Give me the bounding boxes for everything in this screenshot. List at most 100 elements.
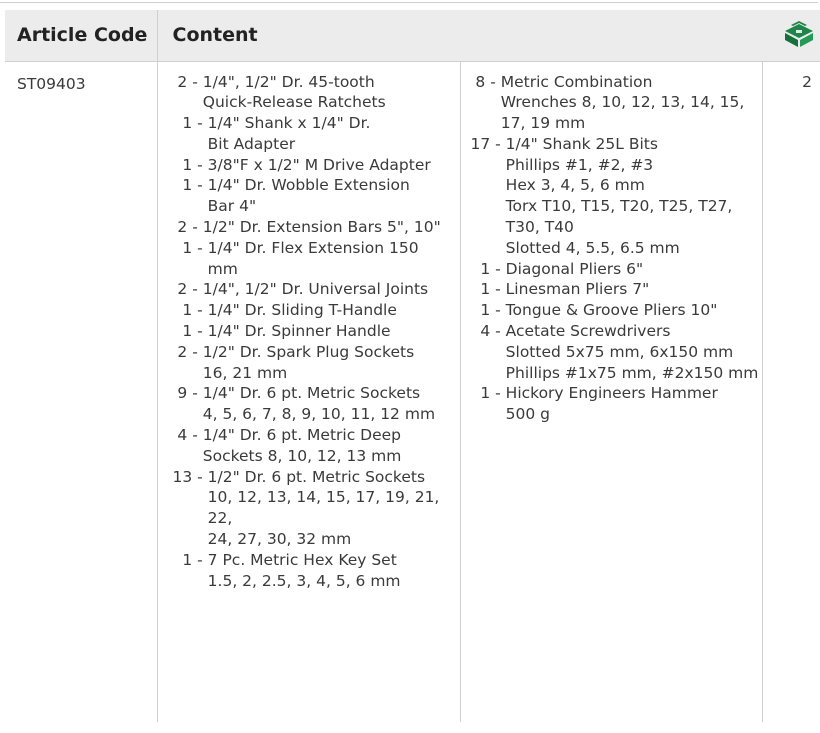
list-item: 1 - Linesman Pliers 7" — [471, 279, 762, 300]
item-line: Hickory Engineers Hammer — [505, 384, 718, 403]
item-line: 3/8"F x 1/2" M Drive Adapter — [207, 155, 431, 174]
item-line: Acetate Screwdrivers — [505, 322, 671, 341]
item-line: T30, T40 — [505, 218, 574, 237]
list-item: 1 - Hickory Engineers Hammer 500 g — [471, 383, 762, 425]
list-item: 2 - 1/2" Dr. Spark Plug Sockets 16, 21 mm — [173, 342, 460, 384]
item-line: 17, 19 mm — [500, 114, 586, 133]
item-quantity: 13 - — [172, 467, 208, 486]
list-item: 8 - Metric Combination Wrenches 8, 10, 12… — [471, 72, 762, 134]
list-item: 1 - 1/4" Shank x 1/4" Dr. Bit Adapter — [173, 113, 460, 155]
item-line: 1/4" Shank 25L Bits — [505, 134, 658, 153]
item-description: 1/2" Dr. Extension Bars 5", 10" — [203, 217, 460, 238]
item-line: 1/4", 1/2" Dr. 45-tooth — [202, 72, 375, 91]
list-item: 1 - 1/4" Dr. Flex Extension 150 mm — [173, 238, 460, 280]
item-description: 1/4" Shank x 1/4" Dr. Bit Adapter — [208, 113, 460, 155]
item-quantity: 4 - — [172, 426, 203, 445]
item-description: 3/8"F x 1/2" M Drive Adapter — [208, 155, 460, 176]
item-description: 1/4" Dr. Spinner Handle — [208, 321, 460, 342]
item-line: 1/2" Dr. Extension Bars 5", 10" — [202, 218, 441, 237]
item-line: 7 Pc. Metric Hex Key Set — [207, 550, 397, 569]
item-description: 1/4" Dr. 6 pt. Metric Deep Sockets 8, 10,… — [203, 425, 460, 467]
quantity-cell: 2 — [802, 72, 813, 91]
item-line: 1/4", 1/2" Dr. Universal Joints — [202, 280, 429, 299]
content-column-1: 2 - 1/4", 1/2" Dr. 45-tooth Quick-Release… — [157, 61, 461, 722]
item-quantity: 1 - — [172, 550, 208, 569]
item-quantity: 17 - — [470, 134, 506, 153]
item-line: Torx T10, T15, T20, T25, T27, — [505, 197, 733, 216]
list-item: 2 - 1/4", 1/2" Dr. 45-tooth Quick-Release… — [173, 72, 460, 114]
list-item: 4 - 1/4" Dr. 6 pt. Metric Deep Sockets 8,… — [173, 425, 460, 467]
item-line: 1/4" Dr. 6 pt. Metric Deep — [202, 426, 402, 445]
item-description: 7 Pc. Metric Hex Key Set 1.5, 2, 2.5, 3, … — [208, 550, 460, 592]
item-line: Diagonal Pliers 6" — [505, 259, 644, 278]
item-description: 1/4" Shank 25L Bits Phillips #1, #2, #3 He… — [506, 134, 762, 259]
item-quantity: 1 - — [470, 280, 506, 299]
table-header-row: Article Code Content — [5, 10, 820, 62]
item-quantity: 1 - — [172, 114, 208, 133]
item-quantity: 8 - — [470, 72, 501, 91]
article-code-header: Article Code — [5, 10, 158, 62]
item-line: 1/4" Shank x 1/4" Dr. — [207, 114, 371, 133]
list-item: 13 - 1/2" Dr. 6 pt. Metric Sockets 10, 12… — [173, 467, 460, 550]
list-item: 1 - Diagonal Pliers 6" — [471, 259, 762, 280]
item-line: 1/2" Dr. 6 pt. Metric Sockets — [207, 467, 426, 486]
item-description: Metric Combination Wrenches 8, 10, 12, 13… — [501, 72, 762, 134]
item-quantity: 1 - — [172, 155, 208, 174]
content-table: Article Code Content ST09403 2 - 1/4", 1… — [5, 10, 820, 722]
item-quantity: 1 - — [470, 384, 506, 403]
item-quantity: 1 - — [172, 238, 208, 257]
item-line: 24, 27, 30, 32 mm — [207, 530, 352, 549]
toolbox-icon — [785, 20, 814, 47]
item-line: Bit Adapter — [207, 134, 296, 153]
item-line: Slotted 4, 5.5, 6.5 mm — [505, 238, 680, 257]
item-description: 1/4" Dr. 6 pt. Metric Sockets 4, 5, 6, 7,… — [203, 383, 460, 425]
top-divider — [0, 2, 818, 3]
item-line: Wrenches 8, 10, 12, 13, 14, 15, — [500, 93, 745, 112]
list-item: 1 - Tongue & Groove Pliers 10" — [471, 300, 762, 321]
item-description: 1/4", 1/2" Dr. Universal Joints — [203, 279, 460, 300]
item-line: Linesman Pliers 7" — [505, 280, 650, 299]
item-line: 4, 5, 6, 7, 8, 9, 10, 11, 12 mm — [202, 405, 436, 424]
item-quantity: 1 - — [172, 322, 208, 341]
list-item: 17 - 1/4" Shank 25L Bits Phillips #1, #2,… — [471, 134, 762, 259]
item-description: 1/4" Dr. Flex Extension 150 mm — [208, 238, 460, 280]
list-item: 4 - Acetate Screwdrivers Slotted 5x75 mm,… — [471, 321, 762, 383]
item-line: 1/4" Dr. Sliding T-Handle — [207, 301, 397, 320]
list-item: 2 - 1/4", 1/2" Dr. Universal Joints — [173, 279, 460, 300]
item-line: 1/4" Dr. Wobble Extension — [207, 176, 410, 195]
item-line: Phillips #1, #2, #3 — [505, 155, 654, 174]
item-line: Bar 4" — [207, 197, 257, 216]
item-line: 1.5, 2, 2.5, 3, 4, 5, 6 mm — [207, 571, 401, 590]
item-quantity: 2 - — [172, 342, 203, 361]
list-item: 2 - 1/2" Dr. Extension Bars 5", 10" — [173, 217, 460, 238]
item-line: 500 g — [505, 405, 551, 424]
item-quantity: 4 - — [470, 322, 506, 341]
list-item: 1 - 1/4" Dr. Spinner Handle — [173, 321, 460, 342]
item-line: mm — [207, 259, 238, 278]
list-item: 1 - 1/4" Dr. Wobble Extension Bar 4" — [173, 175, 460, 217]
content-header: Content — [157, 10, 763, 62]
item-description: 1/4" Dr. Sliding T-Handle — [208, 300, 460, 321]
item-line: Slotted 5x75 mm, 6x150 mm — [505, 342, 734, 361]
item-line: 10, 12, 13, 14, 15, 17, 19, 21, 22, — [207, 488, 440, 528]
list-item: 9 - 1/4" Dr. 6 pt. Metric Sockets 4, 5, 6… — [173, 383, 460, 425]
item-line: Tongue & Groove Pliers 10" — [505, 301, 718, 320]
product-content-sheet: Article Code Content ST09403 2 - 1/4", 1… — [0, 0, 820, 733]
item-description: 1/4", 1/2" Dr. 45-tooth Quick-Release Rat… — [203, 72, 460, 114]
item-quantity: 1 - — [172, 176, 208, 195]
item-description: Hickory Engineers Hammer 500 g — [506, 383, 762, 425]
item-line: 1/4" Dr. Flex Extension 150 — [207, 238, 419, 257]
table-row: ST09403 2 - 1/4", 1/2" Dr. 45-tooth Quick… — [5, 61, 820, 722]
item-description: Acetate Screwdrivers Slotted 5x75 mm, 6x1… — [506, 321, 762, 383]
item-line: Hex 3, 4, 5, 6 mm — [505, 176, 645, 195]
item-description: 1/2" Dr. Spark Plug Sockets 16, 21 mm — [203, 342, 460, 384]
item-description: 1/2" Dr. 6 pt. Metric Sockets 10, 12, 13,… — [208, 467, 460, 550]
item-description: Linesman Pliers 7" — [506, 279, 762, 300]
list-item: 1 - 7 Pc. Metric Hex Key Set 1.5, 2, 2.5,… — [173, 550, 460, 592]
item-description: Tongue & Groove Pliers 10" — [506, 300, 762, 321]
content-column-2: 8 - Metric Combination Wrenches 8, 10, 12… — [460, 61, 763, 722]
item-line: Sockets 8, 10, 12, 13 mm — [202, 446, 402, 465]
list-item: 1 - 3/8"F x 1/2" M Drive Adapter — [173, 155, 460, 176]
item-quantity: 1 - — [172, 301, 208, 320]
item-line: 1/4" Dr. Spinner Handle — [207, 322, 391, 341]
